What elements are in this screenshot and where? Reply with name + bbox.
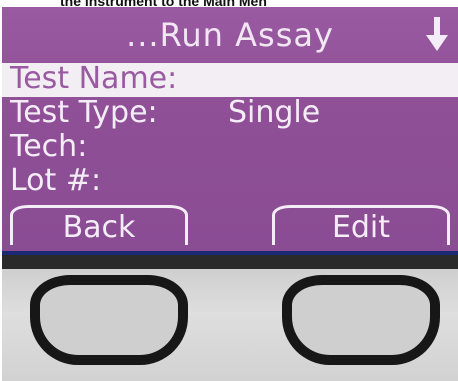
field-label: Lot #:: [10, 163, 102, 198]
field-label: Test Type:: [10, 95, 158, 130]
field-value: Single: [228, 95, 321, 130]
field-lot-number[interactable]: Lot #:: [2, 165, 458, 199]
right-hardware-button[interactable]: [282, 275, 440, 365]
screen-title: ...Run Assay: [126, 16, 334, 54]
field-test-type[interactable]: Test Type: Single: [2, 97, 458, 131]
field-label: Tech:: [10, 129, 88, 164]
lcd-screen: ...Run Assay Test Name: Test Type: Singl…: [2, 7, 458, 255]
softkey-back[interactable]: Back: [10, 205, 188, 245]
instrument-device: ...Run Assay Test Name: Test Type: Singl…: [2, 7, 458, 381]
screen-bezel: [2, 255, 458, 269]
field-label: Test Name:: [10, 61, 178, 96]
field-tech[interactable]: Tech:: [2, 131, 458, 165]
down-arrow-icon: [426, 17, 448, 51]
field-test-name[interactable]: Test Name:: [2, 63, 458, 97]
left-hardware-button[interactable]: [30, 275, 188, 365]
softkey-edit[interactable]: Edit: [272, 205, 450, 245]
